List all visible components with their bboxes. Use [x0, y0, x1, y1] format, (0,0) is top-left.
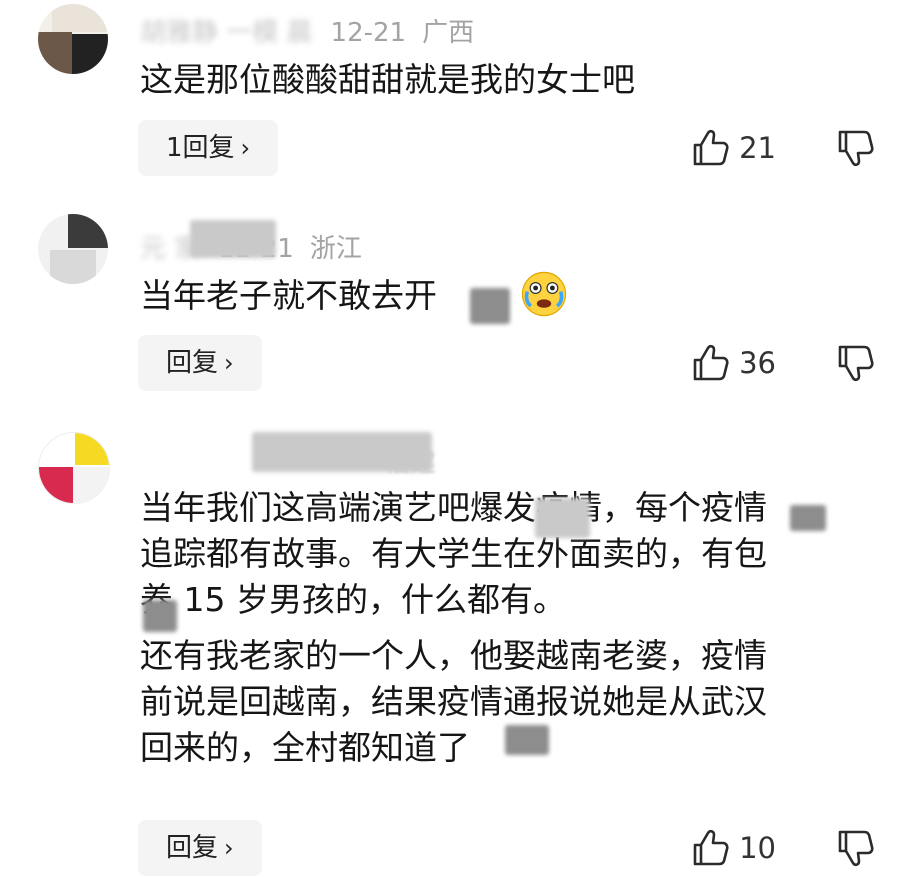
- redaction-blur: [505, 725, 549, 755]
- like-count: 21: [739, 131, 776, 165]
- thumbs-down-icon[interactable]: [834, 343, 874, 383]
- comment-item: 胡雅静 一模 晨 12-21 广西 这是那位酸酸甜甜就是我的女士吧 1回复 › 21: [0, 0, 922, 200]
- reply-button[interactable]: 回复 ›: [138, 335, 262, 391]
- comment-line: 前说是回越南，结果疫情通报说她是从武汉: [140, 682, 767, 721]
- redaction-blur: [190, 220, 276, 258]
- redaction-blur: [252, 432, 432, 472]
- comment-text-content: 当年老子就不敢去开: [140, 276, 437, 315]
- reply-label: 1回复: [166, 133, 235, 163]
- avatar[interactable]: [38, 432, 110, 504]
- like-button[interactable]: 10: [689, 828, 776, 868]
- reply-label: 回复: [166, 348, 219, 378]
- thumbs-up-icon: [693, 344, 729, 381]
- comment-text: 当年我们这高端演艺吧爆发疫情，每个疫情 追踪都有故事。有大学生在外面卖的，有包 …: [140, 485, 860, 771]
- comment-line: 还有我老家的一个人，他娶越南老婆，疫情: [140, 636, 767, 675]
- like-count: 10: [739, 831, 776, 865]
- redaction-blur: [143, 600, 177, 632]
- like-count: 36: [739, 346, 776, 380]
- comment-location: 广西: [422, 18, 475, 48]
- like-button[interactable]: 21: [689, 128, 776, 168]
- reply-button[interactable]: 1回复 ›: [138, 120, 279, 176]
- chevron-right-icon: ›: [224, 349, 234, 377]
- comment-item: 福建 当年我们这高端演艺吧爆发疫情，每个疫情 追踪都有故事。有大学生在外面卖的，…: [0, 410, 922, 877]
- chevron-right-icon: ›: [240, 134, 251, 162]
- thumbs-up-icon: [693, 829, 729, 866]
- redaction-blur: [535, 498, 590, 538]
- reply-button[interactable]: 回复 ›: [138, 820, 262, 876]
- avatar[interactable]: [38, 4, 108, 74]
- comment-line: 追踪都有故事。有大学生在外面卖的，有包: [140, 534, 767, 573]
- avatar[interactable]: [38, 214, 108, 284]
- reply-label: 回复: [166, 833, 219, 863]
- thumbs-down-icon[interactable]: [834, 128, 874, 168]
- comment-meta: 胡雅静 一模 晨 12-21 广西: [140, 12, 474, 49]
- redaction-blur: [790, 505, 826, 531]
- crying-laughing-emoji-icon: [521, 271, 567, 317]
- chevron-right-icon: ›: [224, 834, 234, 862]
- comment-text: 这是那位酸酸甜甜就是我的女士吧: [140, 60, 635, 99]
- redaction-blur: [470, 288, 510, 324]
- comment-line: 回来的，全村都知道了: [140, 728, 470, 767]
- thumbs-down-icon[interactable]: [834, 828, 874, 868]
- comment-location: 浙江: [309, 234, 362, 264]
- comment-item: 元 家12-21浙江 当年老子就不敢去开 回复› 36: [0, 200, 922, 410]
- comment-line: 当年我们这高端演艺吧爆发疫情，每个疫情: [140, 488, 767, 527]
- comment-date: 12-21: [330, 18, 407, 48]
- username[interactable]: 胡雅静 一模 晨: [140, 12, 313, 49]
- comment-line: 养 15 岁男孩的，什么都有。: [140, 580, 566, 619]
- thumbs-up-icon: [693, 129, 729, 166]
- like-button[interactable]: 36: [689, 343, 776, 383]
